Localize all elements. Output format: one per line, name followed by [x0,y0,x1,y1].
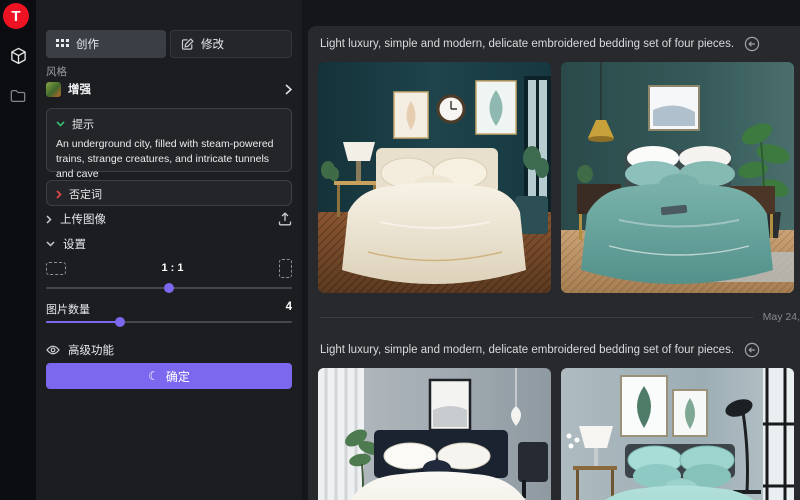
slider-thumb[interactable] [115,317,125,327]
icon-rail: T [0,0,36,500]
mode-tabs: 创作 修改 [46,30,292,58]
aspect-ratio-control: 1 : 1 [46,258,292,278]
style-section-label: 风格 [46,64,67,79]
chevron-down-icon [46,241,55,247]
advanced-features-label: 高级功能 [68,342,114,358]
style-selector[interactable]: 增强 [46,80,292,98]
chevron-down-icon [56,121,65,127]
generation-prompt: Light luxury, simple and modern, delicat… [320,38,734,50]
aspect-ratio-slider[interactable] [46,283,292,293]
grid-icon [56,39,69,50]
chevron-right-icon [285,84,292,95]
image-count-label: 图片数量 [46,301,90,317]
generated-image-2[interactable] [561,62,794,293]
upload-image-row[interactable]: 上传图像 [46,210,292,228]
divider-line [320,317,753,318]
style-value: 增强 [68,81,91,97]
prompt-input[interactable]: An underground city, filled with steam-p… [56,137,282,183]
settings-label: 设置 [63,236,86,252]
prompt-label: 提示 [72,116,94,132]
chevron-right-icon [46,215,52,224]
aspect-ratio-value: 1 : 1 [66,262,279,274]
reuse-prompt-icon[interactable] [744,342,760,358]
eye-icon [46,345,60,355]
style-thumbnail [46,82,61,97]
tab-create[interactable]: 创作 [46,30,166,58]
confirm-button[interactable]: ☾ 确定 [46,363,292,389]
image-count-slider[interactable] [46,317,292,327]
generated-image-1[interactable] [318,62,551,293]
negative-words-label: 否定词 [69,186,102,202]
app-logo[interactable]: T [3,3,29,29]
chevron-right-icon [56,190,62,199]
upload-image-label: 上传图像 [60,211,106,227]
date-divider: May 24, [320,311,800,323]
date-label: May 24, [763,311,800,323]
image-row [318,368,794,500]
reuse-prompt-icon[interactable] [744,36,760,52]
image-count-value: 4 [286,301,292,317]
tab-modify[interactable]: 修改 [170,30,292,58]
cube-icon[interactable] [9,47,27,65]
generation-header: Light luxury, simple and modern, delicat… [320,342,790,358]
edit-icon [181,38,194,51]
image-row [318,62,794,293]
upload-icon[interactable] [278,212,292,226]
slider-thumb[interactable] [164,283,174,293]
generated-image-4[interactable] [561,368,794,500]
prompt-box[interactable]: 提示 An underground city, filled with stea… [46,108,292,172]
control-panel: 创作 修改 风格 增强 提示 An underground city, fill… [36,0,302,500]
settings-row[interactable]: 设置 [46,236,292,252]
image-count-row: 图片数量 4 [46,301,292,317]
confirm-button-label: 确定 [166,368,190,385]
portrait-icon[interactable] [279,259,292,278]
moon-icon: ☾ [148,370,159,382]
tab-modify-label: 修改 [201,36,224,52]
advanced-features-row[interactable]: 高级功能 [46,342,292,358]
generation-feed: Light luxury, simple and modern, delicat… [308,26,800,500]
landscape-icon[interactable] [46,262,66,275]
generated-image-3[interactable] [318,368,551,500]
negative-words-box[interactable]: 否定词 [46,180,292,206]
generation-header: Light luxury, simple and modern, delicat… [320,36,790,52]
tab-create-label: 创作 [76,36,99,52]
folder-icon[interactable] [9,87,27,105]
generation-prompt: Light luxury, simple and modern, delicat… [320,344,734,356]
